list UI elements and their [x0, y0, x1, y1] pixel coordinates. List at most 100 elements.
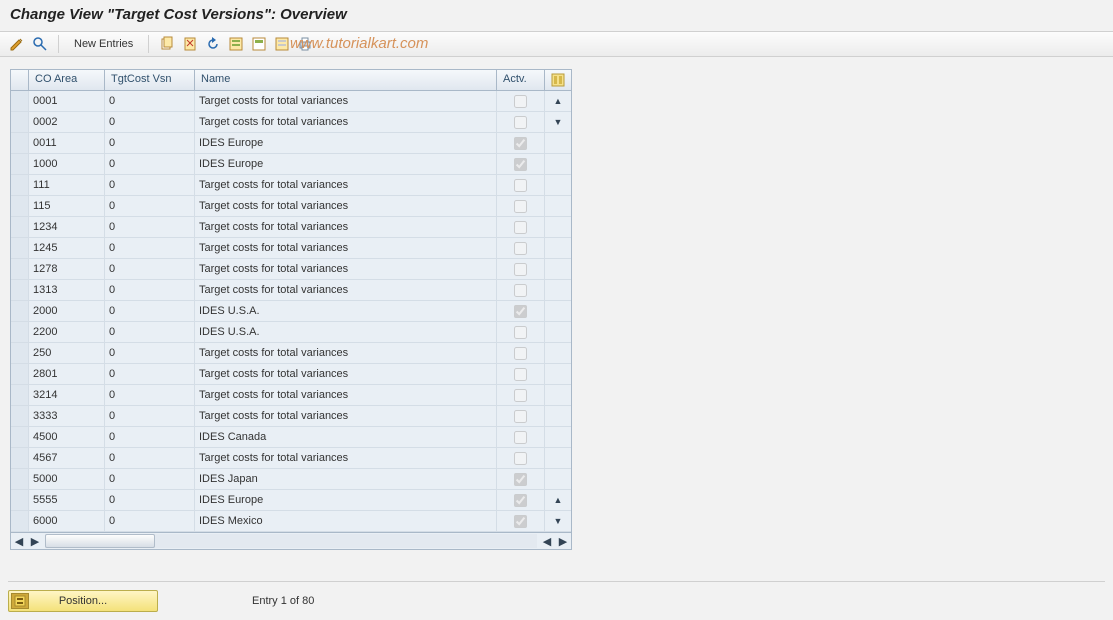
- tgtcost-vsn-input[interactable]: [105, 196, 194, 216]
- name-input[interactable]: [195, 112, 496, 132]
- co-area-input[interactable]: [29, 238, 104, 258]
- row-selector[interactable]: [11, 427, 29, 448]
- horizontal-scrollbar[interactable]: ◀ ▶ ◀ ▶: [11, 532, 571, 549]
- actv-cell[interactable]: [497, 175, 545, 196]
- name-input[interactable]: [195, 217, 496, 237]
- name-cell[interactable]: [195, 343, 497, 364]
- co-area-input[interactable]: [29, 154, 104, 174]
- vscroll-gutter[interactable]: [545, 301, 571, 322]
- scroll-right-end-icon[interactable]: ▶: [555, 533, 571, 549]
- name-cell[interactable]: [195, 490, 497, 511]
- tgtcost-vsn-cell[interactable]: [105, 490, 195, 511]
- name-input[interactable]: [195, 427, 496, 447]
- row-selector[interactable]: [11, 301, 29, 322]
- co-area-input[interactable]: [29, 217, 104, 237]
- row-selector[interactable]: [11, 133, 29, 154]
- name-cell[interactable]: [195, 406, 497, 427]
- tgtcost-vsn-cell[interactable]: [105, 133, 195, 154]
- co-area-input[interactable]: [29, 406, 104, 426]
- tgtcost-vsn-cell[interactable]: [105, 469, 195, 490]
- tgtcost-vsn-input[interactable]: [105, 259, 194, 279]
- name-cell[interactable]: [195, 448, 497, 469]
- co-area-cell[interactable]: [29, 217, 105, 238]
- column-header-actv[interactable]: Actv.: [497, 70, 545, 90]
- vscroll-gutter[interactable]: ▲: [545, 91, 571, 112]
- name-input[interactable]: [195, 280, 496, 300]
- display-change-icon[interactable]: [8, 35, 26, 53]
- vscroll-gutter[interactable]: [545, 469, 571, 490]
- actv-cell[interactable]: [497, 280, 545, 301]
- actv-checkbox[interactable]: [514, 473, 527, 486]
- tgtcost-vsn-input[interactable]: [105, 175, 194, 195]
- row-selector[interactable]: [11, 511, 29, 532]
- name-cell[interactable]: [195, 91, 497, 112]
- co-area-cell[interactable]: [29, 322, 105, 343]
- row-selector[interactable]: [11, 112, 29, 133]
- name-cell[interactable]: [195, 385, 497, 406]
- actv-cell[interactable]: [497, 343, 545, 364]
- co-area-input[interactable]: [29, 343, 104, 363]
- co-area-input[interactable]: [29, 259, 104, 279]
- row-selector[interactable]: [11, 259, 29, 280]
- actv-checkbox[interactable]: [514, 95, 527, 108]
- vscroll-gutter[interactable]: [545, 280, 571, 301]
- tgtcost-vsn-cell[interactable]: [105, 511, 195, 532]
- actv-cell[interactable]: [497, 406, 545, 427]
- tgtcost-vsn-input[interactable]: [105, 91, 194, 111]
- tgtcost-vsn-input[interactable]: [105, 238, 194, 258]
- co-area-input[interactable]: [29, 490, 104, 510]
- vscroll-gutter[interactable]: [545, 133, 571, 154]
- co-area-cell[interactable]: [29, 112, 105, 133]
- name-input[interactable]: [195, 301, 496, 321]
- select-all-icon[interactable]: [227, 35, 245, 53]
- name-cell[interactable]: [195, 217, 497, 238]
- scroll-right-icon[interactable]: ▶: [27, 533, 43, 549]
- tgtcost-vsn-input[interactable]: [105, 469, 194, 489]
- name-input[interactable]: [195, 175, 496, 195]
- tgtcost-vsn-cell[interactable]: [105, 112, 195, 133]
- co-area-input[interactable]: [29, 448, 104, 468]
- scroll-down-icon[interactable]: ▼: [554, 117, 563, 127]
- tgtcost-vsn-cell[interactable]: [105, 280, 195, 301]
- tgtcost-vsn-input[interactable]: [105, 490, 194, 510]
- row-selector[interactable]: [11, 490, 29, 511]
- vscroll-gutter[interactable]: [545, 343, 571, 364]
- actv-checkbox[interactable]: [514, 431, 527, 444]
- co-area-cell[interactable]: [29, 154, 105, 175]
- actv-cell[interactable]: [497, 301, 545, 322]
- actv-cell[interactable]: [497, 490, 545, 511]
- tgtcost-vsn-cell[interactable]: [105, 343, 195, 364]
- vscroll-gutter[interactable]: [545, 196, 571, 217]
- tgtcost-vsn-input[interactable]: [105, 511, 194, 531]
- actv-checkbox[interactable]: [514, 116, 527, 129]
- tgtcost-vsn-input[interactable]: [105, 217, 194, 237]
- name-cell[interactable]: [195, 133, 497, 154]
- name-cell[interactable]: [195, 364, 497, 385]
- tgtcost-vsn-cell[interactable]: [105, 364, 195, 385]
- tgtcost-vsn-cell[interactable]: [105, 259, 195, 280]
- vscroll-gutter[interactable]: [545, 217, 571, 238]
- tgtcost-vsn-cell[interactable]: [105, 217, 195, 238]
- co-area-cell[interactable]: [29, 406, 105, 427]
- co-area-input[interactable]: [29, 364, 104, 384]
- co-area-cell[interactable]: [29, 448, 105, 469]
- select-block-icon[interactable]: [250, 35, 268, 53]
- details-icon[interactable]: [31, 35, 49, 53]
- vscroll-gutter[interactable]: ▲: [545, 490, 571, 511]
- name-cell[interactable]: [195, 427, 497, 448]
- co-area-input[interactable]: [29, 511, 104, 531]
- tgtcost-vsn-input[interactable]: [105, 406, 194, 426]
- delete-icon[interactable]: [181, 35, 199, 53]
- co-area-cell[interactable]: [29, 343, 105, 364]
- actv-cell[interactable]: [497, 112, 545, 133]
- tgtcost-vsn-cell[interactable]: [105, 406, 195, 427]
- name-input[interactable]: [195, 364, 496, 384]
- co-area-input[interactable]: [29, 280, 104, 300]
- name-input[interactable]: [195, 469, 496, 489]
- actv-cell[interactable]: [497, 364, 545, 385]
- tgtcost-vsn-cell[interactable]: [105, 385, 195, 406]
- row-selector[interactable]: [11, 322, 29, 343]
- column-header-name[interactable]: Name: [195, 70, 497, 90]
- actv-checkbox[interactable]: [514, 389, 527, 402]
- row-selector[interactable]: [11, 238, 29, 259]
